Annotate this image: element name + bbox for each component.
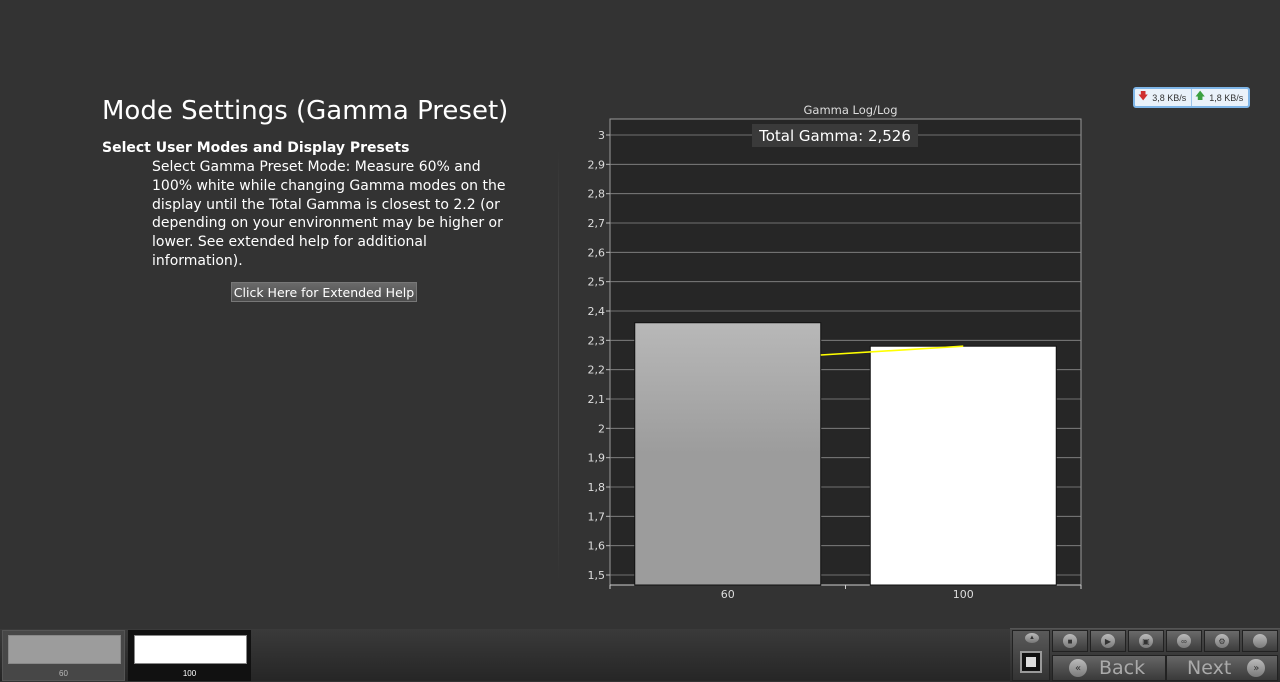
y-tick-label: 3 (598, 129, 605, 142)
y-tick-label: 1,7 (588, 510, 606, 523)
section-subtitle: Select User Modes and Display Presets (102, 140, 410, 156)
y-tick-label: 1,8 (588, 481, 606, 494)
y-tick-label: 2,4 (588, 305, 606, 318)
back-button[interactable]: « Back (1052, 655, 1166, 681)
x-tick-label: 60 (721, 588, 735, 601)
x-tick-label: 100 (953, 588, 974, 601)
back-label: Back (1099, 657, 1146, 679)
next-button[interactable]: Next » (1166, 655, 1278, 681)
next-chevrons-icon: » (1247, 659, 1266, 677)
stop-measure-control[interactable]: ▲ (1012, 630, 1050, 681)
power-icon (1253, 634, 1267, 648)
chart-title: Gamma Log/Log (803, 103, 897, 117)
y-tick-label: 2,5 (588, 276, 606, 289)
upload-arrow-icon: 🡅 (1195, 91, 1206, 102)
y-tick-label: 1,5 (588, 569, 606, 582)
swatch-tile-100[interactable]: 100 (128, 630, 251, 681)
stop-button[interactable]: ■ (1052, 630, 1088, 652)
y-tick-label: 1,6 (588, 540, 606, 553)
y-tick-label: 1,9 (588, 452, 606, 465)
y-tick-label: 2 (598, 422, 605, 435)
play-button[interactable]: ▶ (1090, 630, 1126, 652)
y-tick-label: 2,8 (588, 188, 606, 201)
y-tick-label: 2,1 (588, 393, 606, 406)
download-speed-value: 3,8 KB/s (1152, 92, 1187, 103)
download-speed: 🡇 3,8 KB/s (1135, 89, 1191, 106)
settings-button[interactable]: ⚙ (1204, 630, 1240, 652)
bar-100 (869, 345, 1057, 586)
upload-speed: 🡅 1,8 KB/s (1191, 89, 1248, 106)
swatch-tile-60[interactable]: 60 (2, 630, 125, 681)
swatch-color-60 (8, 635, 121, 664)
play-icon: ▶ (1101, 634, 1115, 648)
y-tick-label: 2,7 (588, 217, 606, 230)
y-tick-label: 2,9 (588, 158, 606, 171)
swatch-label-100: 100 (182, 669, 197, 678)
page-title: Mode Settings (Gamma Preset) (102, 96, 509, 126)
gamma-chart: 1,5 1,6 1,7 1,8 1,9 2 2,1 2,2 2,3 2,4 2,5 2,6 2,7 2,8… (588, 103, 1082, 601)
swatch-label-60: 60 (59, 669, 68, 678)
download-arrow-icon: 🡇 (1138, 91, 1149, 102)
upload-speed-value: 1,8 KB/s (1209, 92, 1244, 103)
save-icon: ▣ (1139, 634, 1153, 648)
scroll-up-icon[interactable]: ▲ (1025, 633, 1039, 643)
stop-square-icon[interactable] (1020, 651, 1042, 673)
total-gamma-label: Total Gamma: 2,526 (758, 127, 911, 145)
continuous-icon: ∞ (1177, 634, 1191, 648)
next-label: Next (1187, 657, 1232, 679)
bar-60 (634, 322, 822, 586)
stop-icon: ■ (1063, 634, 1077, 648)
extended-help-button[interactable]: Click Here for Extended Help (231, 282, 417, 302)
settings-icon: ⚙ (1215, 634, 1229, 648)
power-button[interactable] (1242, 630, 1278, 652)
panel-divider (558, 150, 559, 580)
y-tick-label: 2,6 (588, 246, 606, 259)
continuous-button[interactable]: ∞ (1166, 630, 1202, 652)
back-chevrons-icon: « (1069, 659, 1087, 677)
y-tick-label: 2,3 (588, 334, 606, 347)
network-speed-widget[interactable]: 🡇 3,8 KB/s 🡅 1,8 KB/s (1133, 87, 1250, 108)
swatch-color-100 (134, 635, 247, 664)
y-tick-label: 2,2 (588, 364, 606, 377)
instructions-text: Select Gamma Preset Mode: Measure 60% an… (152, 159, 506, 269)
save-button[interactable]: ▣ (1128, 630, 1164, 652)
